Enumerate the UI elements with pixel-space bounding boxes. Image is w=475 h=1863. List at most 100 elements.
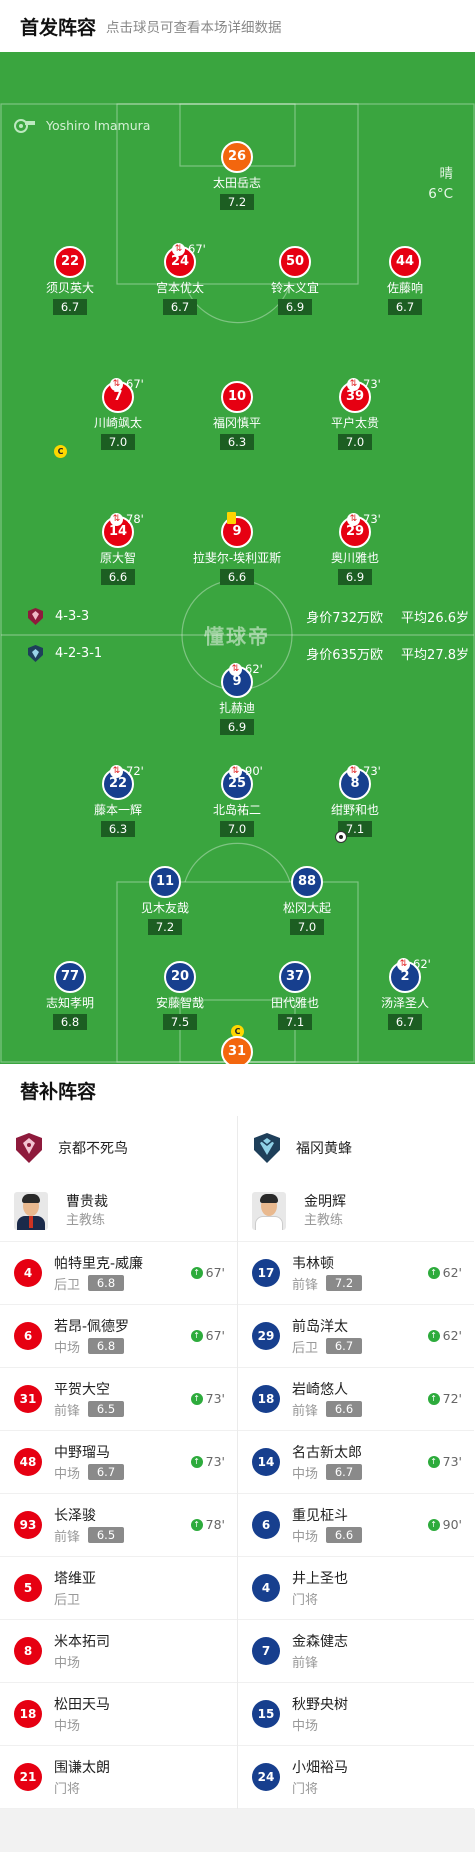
- player-rating: 6.7: [88, 1464, 125, 1480]
- minute-value: 62': [442, 1265, 462, 1280]
- substitution-out-badge: ⇅ 78': [110, 512, 144, 526]
- player-marker[interactable]: 11 见木友哉 7.2: [115, 866, 215, 935]
- referee: Yoshiro Imamura: [14, 118, 150, 133]
- player-marker[interactable]: 50 铃木义宜 6.9: [245, 246, 345, 315]
- bench-player-row[interactable]: 6 重见柾斗 中场 6.6 ↑ 90': [238, 1494, 474, 1557]
- substitution-out-badge: ⇅ 62': [229, 662, 263, 676]
- player-position: 前锋: [292, 1277, 319, 1293]
- player-marker[interactable]: 37 C 田代雅也 7.1: [231, 961, 345, 1038]
- player-rating: 6.9: [277, 299, 313, 315]
- jersey-number: 4: [252, 1574, 280, 1602]
- player-marker[interactable]: 2 ⇅ 62' 汤泽圣人 6.7: [355, 957, 455, 1030]
- player-name: 藤本一辉: [93, 803, 142, 817]
- player-marker[interactable]: 14 ⇅ 78' 原大智 6.6: [68, 512, 168, 585]
- player-info: 塔维亚 后卫: [54, 1569, 96, 1608]
- player-info: 帕特里克-威廉 后卫 6.8: [54, 1254, 143, 1293]
- player-name: 米本拓司: [54, 1633, 110, 1650]
- player-rating: 7.0: [219, 821, 255, 837]
- player-info: 中野瑠马 中场 6.7: [54, 1443, 125, 1482]
- player-position: 门将: [292, 1781, 319, 1797]
- player-name: 井上圣也: [292, 1570, 348, 1587]
- bench-player-row[interactable]: 24 小畑裕马 门将: [238, 1746, 474, 1809]
- substitution-out-badge: ⇅ 73': [347, 512, 381, 526]
- player-rating: 6.6: [326, 1401, 363, 1417]
- bench-player-row[interactable]: 31 平贺大空 前锋 6.5 ↑ 73': [0, 1368, 237, 1431]
- player-marker[interactable]: 22 ⇅ 72' 藤本一辉 6.3: [68, 764, 168, 837]
- player-position: 后卫: [292, 1340, 319, 1356]
- rating-value: 7.2: [155, 920, 175, 934]
- player-marker[interactable]: 9 ⇅ 62' 扎赫迪 6.9: [187, 662, 287, 735]
- player-name: 重见柾斗: [292, 1507, 348, 1524]
- bench-player-row[interactable]: 18 岩崎悠人 前锋 6.6 ↑ 72': [238, 1368, 474, 1431]
- player-marker[interactable]: 77 志知孝明 6.8: [20, 961, 120, 1030]
- player-marker[interactable]: 8 ⇅ 73' 绀野和也 7.1: [305, 764, 405, 843]
- sub-in-minute: ↑ 67': [190, 1328, 225, 1343]
- sub-minute: 78': [126, 512, 144, 526]
- bench-player-row[interactable]: 21 围谦太朗 门将: [0, 1746, 237, 1809]
- player-rating: 7.5: [162, 1014, 198, 1030]
- bench-player-row[interactable]: 48 中野瑠马 中场 6.7 ↑ 73': [0, 1431, 237, 1494]
- player-meta: 中场: [292, 1715, 348, 1734]
- player-position: 中场: [292, 1718, 319, 1734]
- player-marker[interactable]: 31村上昌谦★8.1: [187, 1036, 287, 1064]
- sub-minute: 67': [188, 242, 206, 256]
- bench-player-row[interactable]: 4 帕特里克-威廉 后卫 6.8 ↑ 67': [0, 1242, 237, 1305]
- substitution-out-badge: ⇅ 67': [172, 242, 206, 256]
- player-name: 平贺大空: [54, 1381, 110, 1398]
- bench-player-row[interactable]: 6 若昂-佩德罗 中场 6.8 ↑ 67': [0, 1305, 237, 1368]
- player-marker[interactable]: 44 佐藤响 6.7: [355, 246, 455, 315]
- player-rating: 6.5: [88, 1401, 125, 1417]
- jersey-number: 29: [252, 1322, 280, 1350]
- player-position: 前锋: [292, 1655, 319, 1671]
- sub-out-icon: ⇅: [397, 957, 410, 971]
- player-name: 原大智: [99, 551, 136, 565]
- player-meta: 中场 6.7: [292, 1463, 363, 1482]
- player-marker[interactable]: 26 太田岳志 7.2: [187, 141, 287, 210]
- minute-value: 73': [442, 1454, 462, 1469]
- player-marker[interactable]: 24 ⇅ 67' 宫本优太 6.7: [130, 242, 230, 315]
- bench-player-row[interactable]: 5 塔维亚 后卫: [0, 1557, 237, 1620]
- bench-player-row[interactable]: 8 米本拓司 中场: [0, 1620, 237, 1683]
- bench-player-row[interactable]: 29 前岛洋太 后卫 6.7 ↑ 62': [238, 1305, 474, 1368]
- bench-player-row[interactable]: 14 名古新太郎 中场 6.7 ↑ 73': [238, 1431, 474, 1494]
- rating-value: 6.9: [285, 300, 305, 314]
- away-team-crest-icon: [254, 1133, 280, 1163]
- player-marker[interactable]: 20 安藤智哉 7.5: [130, 961, 230, 1030]
- player-rating: 6.7: [326, 1464, 363, 1480]
- player-marker[interactable]: 88 松冈大起 7.0: [257, 866, 357, 935]
- player-position: 门将: [54, 1781, 81, 1797]
- home-coach[interactable]: 曹贵裁 主教练: [0, 1180, 237, 1242]
- pitch: Yoshiro Imamura 晴 6°C 懂球帝 4-3-3 身价732万欧 …: [0, 52, 475, 1064]
- bench-player-row[interactable]: 17 韦林顿 前锋 7.2 ↑ 62': [238, 1242, 474, 1305]
- bench-player-row[interactable]: 7 金森健志 前锋: [238, 1620, 474, 1683]
- rating-value: 6.7: [60, 300, 80, 314]
- player-marker[interactable]: 22 须贝英大 6.7: [20, 246, 120, 315]
- lineup-header: 首发阵容 点击球员可查看本场详细数据: [0, 0, 475, 52]
- player-name: 帕特里克-威廉: [54, 1255, 144, 1272]
- player-marker[interactable]: 9 拉斐尔-埃利亚斯 6.6: [187, 512, 287, 585]
- away-coach[interactable]: 金明辉 主教练: [238, 1180, 474, 1242]
- sub-in-icon: ↑: [190, 1329, 203, 1342]
- rating-value: 6.3: [108, 822, 128, 836]
- bench-player-row[interactable]: 93 长泽骏 前锋 6.5 ↑ 78': [0, 1494, 237, 1557]
- bench-player-row[interactable]: 15 秋野央树 中场: [238, 1683, 474, 1746]
- player-marker[interactable]: 29 ⇅ 73' 奥川雅也 6.9: [305, 512, 405, 585]
- player-marker[interactable]: 39 ⇅ 73' 平户太贵 7.0: [305, 377, 405, 450]
- player-name: 见木友哉: [140, 901, 189, 915]
- page-title: 首发阵容: [20, 16, 97, 39]
- player-meta: 中场: [54, 1715, 110, 1734]
- rating-value: 6.6: [108, 570, 128, 584]
- player-position: 门将: [292, 1592, 319, 1608]
- sub-in-icon: ↑: [427, 1455, 440, 1468]
- jersey-number: 5: [14, 1574, 42, 1602]
- home-team-row[interactable]: 京都不死鸟: [0, 1116, 237, 1180]
- bench-player-row[interactable]: 18 松田天马 中场: [0, 1683, 237, 1746]
- bench-player-row[interactable]: 4 井上圣也门将: [238, 1557, 474, 1620]
- away-team-row[interactable]: 福冈黄蜂: [238, 1116, 474, 1180]
- player-marker[interactable]: 7 ⇅ 67' C 川崎飒太 7.0: [54, 377, 168, 458]
- player-rating: 6.7: [162, 299, 198, 315]
- player-marker[interactable]: 25 ⇅ 90' 北岛祐二 7.0: [187, 764, 287, 837]
- player-name: 扎赫迪: [218, 701, 255, 715]
- weather: 晴 6°C: [428, 164, 453, 204]
- player-marker[interactable]: 10 福冈慎平 6.3: [187, 381, 287, 450]
